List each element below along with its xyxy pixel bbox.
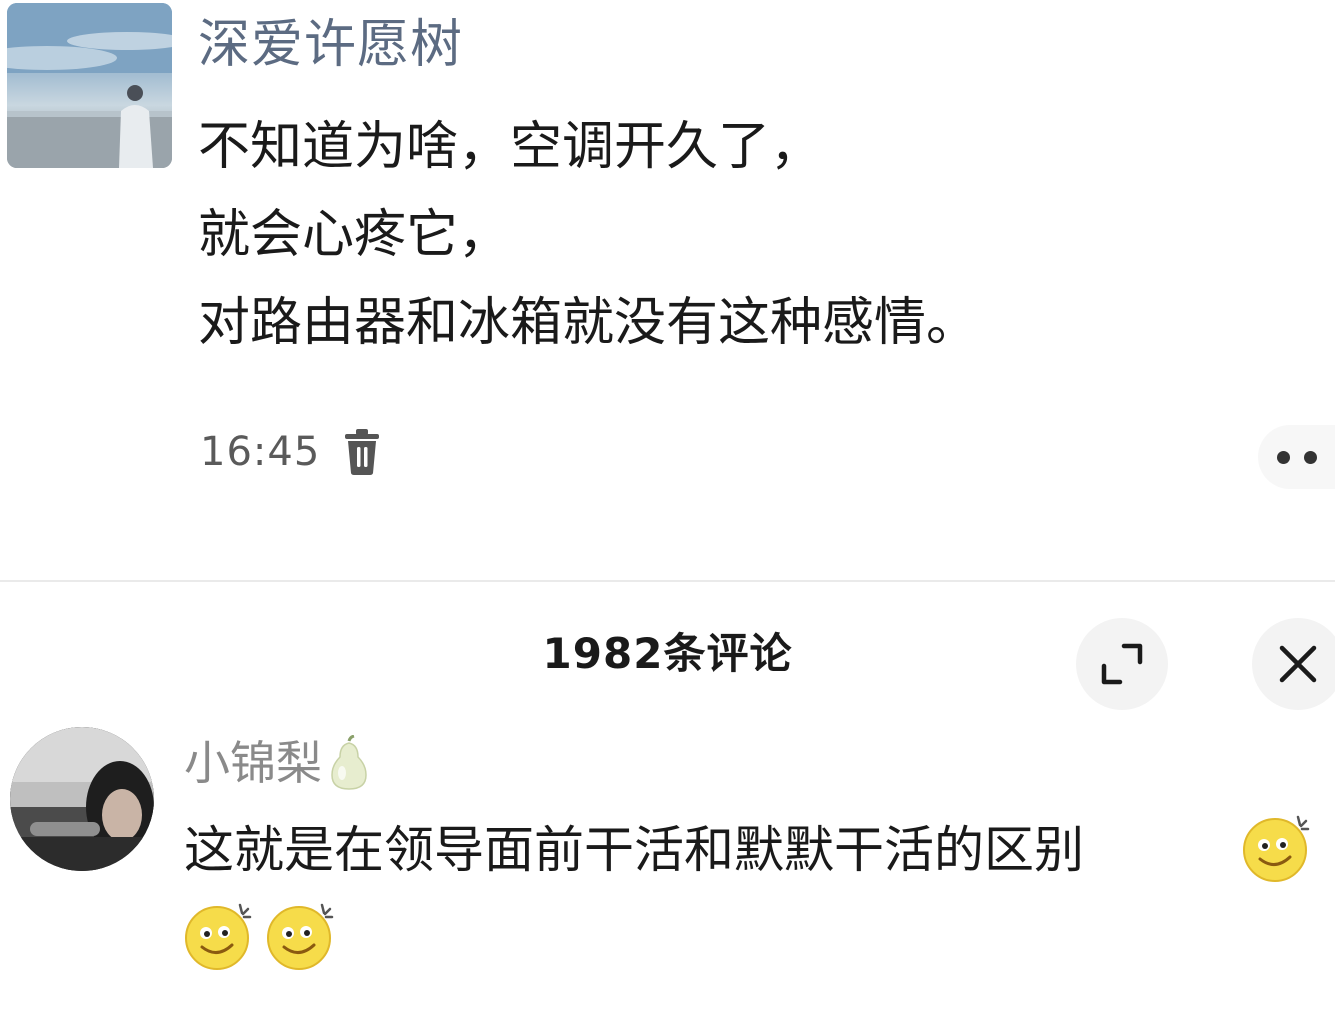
post-content: 不知道为啥，空调开久了， 就会心疼它， 对路由器和冰箱就没有这种感情。 — [198, 103, 1278, 367]
close-button[interactable] — [1252, 618, 1335, 710]
commenter-avatar[interactable] — [10, 727, 154, 871]
emoji-row — [182, 899, 338, 973]
post-author-name[interactable]: 深爱许愿树 — [198, 10, 463, 80]
post-card: 深爱许愿树 不知道为啥，空调开久了， 就会心疼它， 对路由器和冰箱就没有这种感情… — [0, 0, 1335, 580]
more-options-button[interactable] — [1258, 425, 1335, 489]
post-line: 对路由器和冰箱就没有这种感情。 — [198, 293, 979, 353]
smile-emoji-icon — [267, 903, 334, 970]
expand-icon — [1101, 643, 1143, 685]
post-line: 不知道为啥，空调开久了， — [198, 117, 823, 177]
more-dot-icon — [1276, 450, 1290, 464]
comments-panel: 1982条评论 小锦梨 这就是在领导面前干活和默默干活的区别 — [0, 582, 1335, 1011]
post-timestamp: 16:45 — [200, 429, 321, 475]
post-meta: 16:45 — [200, 420, 382, 484]
comment-text: 这就是在领导面前干活和默默干活的区别 — [184, 821, 1084, 879]
close-icon — [1279, 645, 1317, 683]
pear-icon — [331, 735, 367, 790]
smile-emoji-icon — [1243, 815, 1310, 882]
commenter-name-row: 小锦梨 — [184, 733, 370, 793]
smile-emoji-icon — [185, 903, 252, 970]
expand-button[interactable] — [1076, 618, 1168, 710]
more-dot-icon — [1303, 450, 1317, 464]
emoji-wrapper — [1240, 811, 1314, 885]
trash-icon[interactable] — [342, 428, 382, 476]
post-line: 就会心疼它， — [198, 205, 511, 265]
commenter-name[interactable]: 小锦梨 — [184, 733, 322, 793]
post-author-avatar[interactable] — [7, 3, 172, 168]
